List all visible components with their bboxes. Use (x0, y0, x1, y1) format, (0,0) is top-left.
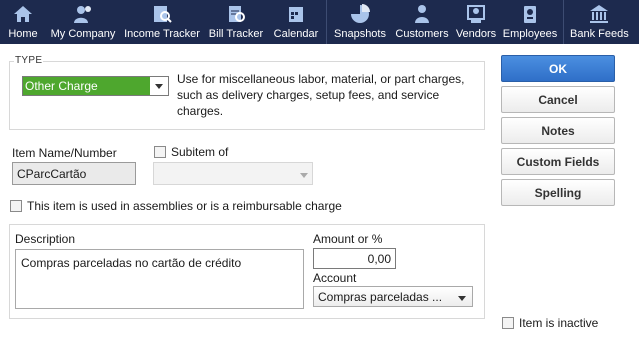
item-name-input[interactable]: CParcCartão (12, 162, 136, 185)
toolbar-separator (563, 0, 564, 44)
account-label: Account (313, 271, 357, 285)
subitem-checkbox[interactable] (154, 146, 166, 158)
account-value: Compras parceladas ... (318, 290, 443, 304)
custom-fields-button[interactable]: Custom Fields (501, 148, 615, 175)
subitem-label: Subitem of (171, 145, 229, 159)
calendar-icon (285, 3, 307, 25)
employee-icon (519, 3, 541, 25)
bill-tracker-icon (225, 3, 247, 25)
toolbar-my-company[interactable]: My Company (46, 0, 120, 44)
toolbar-label: Snapshots (334, 28, 386, 40)
amount-label: Amount or % (313, 232, 383, 246)
toolbar-customers[interactable]: Customers (391, 0, 453, 44)
toolbar-label: Bill Tracker (208, 28, 264, 40)
toolbar-separator (326, 0, 327, 44)
icon-bar: Home My Company Income Tracker Bill Trac… (0, 0, 639, 44)
type-description: Use for miscellaneous labor, material, o… (177, 72, 465, 118)
toolbar-label: Vendors (455, 28, 497, 40)
type-selected-value: Other Charge (25, 79, 98, 93)
account-dropdown[interactable]: Compras parceladas ... (313, 286, 473, 307)
toolbar-bill-tracker[interactable]: Bill Tracker (204, 0, 268, 44)
chevron-down-icon[interactable] (150, 77, 168, 95)
toolbar-label: Home (8, 28, 38, 40)
toolbar-label: Customers (395, 28, 449, 40)
vendor-icon (465, 3, 487, 25)
toolbar-bank-feeds[interactable]: Bank Feeds (566, 0, 629, 44)
description-field[interactable]: Compras parceladas no cartão de crédito (15, 249, 304, 309)
assemblies-label: This item is used in assemblies or is a … (27, 199, 342, 213)
toolbar-calendar[interactable]: Calendar (268, 0, 324, 44)
toolbar-label: My Company (50, 28, 116, 40)
toolbar-label: Employees (502, 28, 558, 40)
toolbar-vendors[interactable]: Vendors (453, 0, 499, 44)
toolbar-label: Bank Feeds (570, 28, 629, 40)
home-icon (12, 3, 34, 25)
toolbar-label: Calendar (273, 28, 319, 40)
toolbar-home[interactable]: Home (0, 0, 46, 44)
customer-icon (411, 3, 433, 25)
chevron-down-icon (458, 290, 466, 304)
notes-button[interactable]: Notes (501, 117, 615, 144)
assemblies-checkbox[interactable] (10, 200, 22, 212)
cancel-button[interactable]: Cancel (501, 86, 615, 113)
toolbar-income-tracker[interactable]: Income Tracker (120, 0, 204, 44)
amount-input[interactable]: 0,00 (313, 248, 396, 269)
toolbar-employees[interactable]: Employees (499, 0, 561, 44)
inactive-label: Item is inactive (519, 316, 599, 330)
toolbar-label: Income Tracker (124, 28, 200, 40)
spelling-button[interactable]: Spelling (501, 179, 615, 206)
chevron-down-icon (300, 167, 308, 181)
type-dropdown[interactable]: Other Charge (22, 76, 169, 96)
ok-button[interactable]: OK (501, 55, 615, 82)
type-legend: TYPE (14, 55, 44, 66)
pie-chart-icon (349, 3, 371, 25)
description-label: Description (15, 232, 76, 246)
inactive-checkbox[interactable] (502, 317, 514, 329)
item-name-label: Item Name/Number (12, 146, 117, 160)
bank-icon (588, 3, 610, 25)
toolbar-snapshots[interactable]: Snapshots (329, 0, 391, 44)
subitem-dropdown[interactable] (153, 162, 313, 185)
income-tracker-icon (151, 3, 173, 25)
company-icon (72, 3, 94, 25)
